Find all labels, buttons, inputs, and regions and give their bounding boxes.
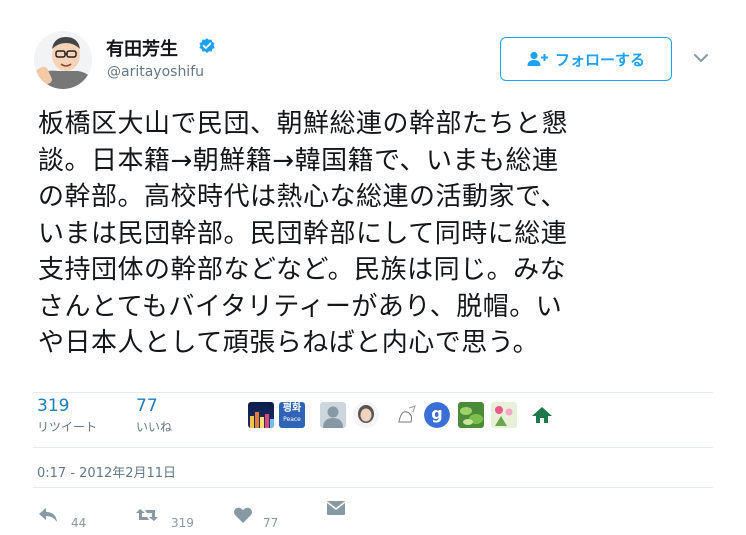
- direct-message-button[interactable]: [326, 500, 346, 516]
- add-user-icon: [527, 51, 548, 66]
- chevron-down-icon[interactable]: [693, 52, 709, 64]
- retweet-icon: [136, 509, 158, 521]
- like-action-count: 77: [263, 516, 279, 530]
- heart-icon: [234, 507, 252, 523]
- flowers-icon: [495, 406, 513, 426]
- likes-count: 77: [136, 396, 158, 416]
- retweet-count: 319: [37, 396, 70, 416]
- reply-count: 44: [71, 516, 87, 530]
- default-person-icon: [323, 406, 343, 428]
- retweet-button[interactable]: 319: [135, 500, 194, 530]
- avatar[interactable]: [34, 31, 92, 89]
- liker-avatar-g[interactable]: g: [424, 402, 450, 428]
- divider: [33, 487, 713, 488]
- liker-avatar-leaves[interactable]: [458, 402, 484, 428]
- retweet-label: リツイート: [37, 420, 98, 434]
- green-house-icon: [532, 407, 552, 423]
- liker-avatar-flowers[interactable]: [491, 402, 517, 428]
- divider: [33, 447, 713, 448]
- likes-stat[interactable]: 77 いいね: [136, 396, 172, 435]
- caricature-avatar-icon: [34, 31, 92, 89]
- liker-avatar-default[interactable]: [320, 402, 346, 428]
- green-leaves-icon: [460, 407, 483, 425]
- liker-avatar-night-city[interactable]: [248, 402, 274, 428]
- like-button[interactable]: 77: [233, 500, 278, 530]
- display-name[interactable]: 有田芳生: [106, 35, 178, 61]
- envelope-icon: [326, 501, 346, 515]
- follow-button[interactable]: フォローする: [500, 37, 672, 81]
- peace-logo-sub: Peace: [283, 416, 301, 423]
- night-city-icon: [250, 412, 274, 428]
- peace-logo-text: 평화: [282, 403, 302, 414]
- divider: [33, 392, 713, 393]
- reply-icon: [39, 508, 57, 522]
- retweet-action-count: 319: [171, 516, 194, 530]
- liker-avatar-house[interactable]: [529, 402, 555, 428]
- tweet-text: 板橋区大山で民団、朝鮮総連の幹部たちと懇 談。日本籍→朝鮮籍→韓国籍で、いまも総…: [38, 109, 569, 358]
- likes-label: いいね: [136, 420, 173, 434]
- sketch-drawing-icon: [398, 405, 416, 423]
- tweet-timestamp[interactable]: 0:17 - 2012年2月11日: [37, 462, 176, 481]
- follow-button-label: フォローする: [554, 50, 646, 69]
- reply-button[interactable]: 44: [37, 500, 86, 530]
- liker-avatar-woman[interactable]: [353, 402, 379, 428]
- liker-avatar-peace[interactable]: 평화 Peace: [279, 402, 305, 428]
- user-handle[interactable]: @aritayoshifu: [107, 64, 204, 80]
- retweet-stat[interactable]: 319 リツイート: [37, 396, 97, 435]
- verified-badge-icon: [199, 38, 215, 53]
- woman-portrait-icon: [358, 405, 374, 423]
- liker-avatar-sketch[interactable]: [393, 402, 419, 428]
- g-logo-icon: g: [424, 402, 450, 428]
